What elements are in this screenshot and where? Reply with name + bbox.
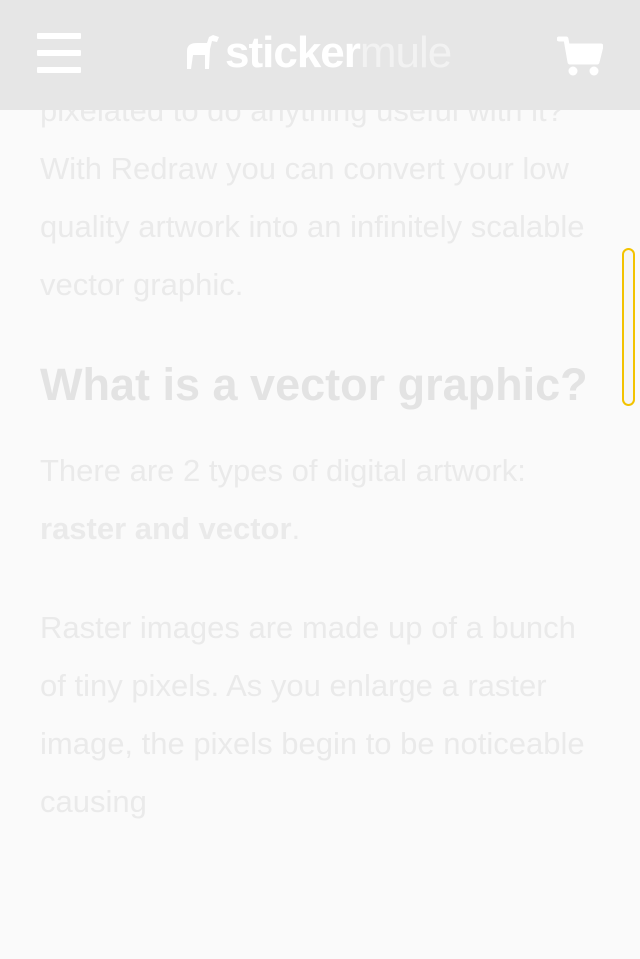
raster-paragraph: Raster images are made up of a bunch of … xyxy=(40,610,585,819)
shopping-cart-icon[interactable] xyxy=(556,36,604,78)
types-text: There are 2 types of digital artwork: xyxy=(40,453,526,488)
types-period: . xyxy=(291,511,301,546)
stickermule-logo[interactable]: sticker mule xyxy=(179,28,452,78)
logo-text-sticker: sticker xyxy=(225,28,361,77)
hamburger-menu-icon[interactable] xyxy=(37,33,81,73)
section-heading: What is a vector graphic? xyxy=(40,359,588,410)
article-content: pixelated to do anything useful with it?… xyxy=(40,82,600,831)
mule-icon xyxy=(187,35,219,69)
types-emphasis: raster and vector xyxy=(40,511,292,546)
types-paragraph: There are 2 types of digital artwork: ra… xyxy=(40,442,600,558)
scrollbar-thumb[interactable] xyxy=(622,248,635,406)
logo-text-mule: mule xyxy=(359,28,452,77)
site-header: sticker mule xyxy=(0,0,640,110)
intro-paragraph: pixelated to do anything useful with it?… xyxy=(40,93,585,302)
